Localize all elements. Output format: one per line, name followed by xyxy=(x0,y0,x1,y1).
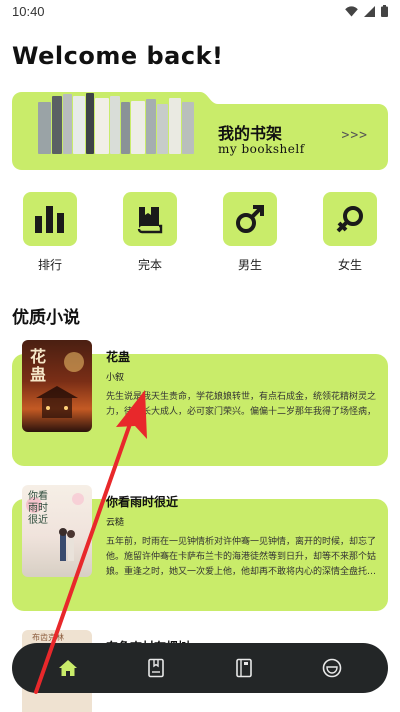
category-male[interactable]: 男生 xyxy=(223,192,277,273)
novel-title: 花蛊 xyxy=(106,350,131,364)
status-time: 10:40 xyxy=(12,4,45,19)
category-ranking-tile xyxy=(23,192,77,246)
bar-chart-icon xyxy=(35,206,64,233)
category-label: 男生 xyxy=(237,258,262,272)
nav-bookmark[interactable] xyxy=(142,654,170,682)
novel-card[interactable]: 你看雨时很近 你看雨时很近 云糙 五年前，时雨在一见钟情析对许仲骞一见钟情，离开… xyxy=(12,485,388,611)
category-male-tile xyxy=(223,192,277,246)
novel-description: 先生说是我天生贵命，学花娘娘转世，有点石成金，统领花精树灵之力，待我长大成人，必… xyxy=(106,392,377,417)
bookshelf-illustration xyxy=(38,93,195,154)
novel-description: 五年前，时雨在一见钟情析对许仲骞一见钟情，离开的时候，却忘了他。施留许仲骞在卡萨… xyxy=(106,537,377,577)
bookshelf-subtitle: my bookshelf xyxy=(218,142,305,156)
bottom-navigation xyxy=(12,643,388,693)
profile-icon xyxy=(322,658,342,678)
male-icon xyxy=(236,205,264,233)
category-ranking[interactable]: 排行 xyxy=(23,192,77,273)
category-completed[interactable]: 完本 xyxy=(123,192,177,273)
bookmark-icon xyxy=(148,658,164,678)
category-label: 女生 xyxy=(337,258,362,272)
book-icon xyxy=(137,207,163,234)
novel-author: 云糙 xyxy=(106,518,125,528)
category-label: 完本 xyxy=(137,258,162,272)
notebook-icon xyxy=(236,658,252,678)
category-label: 排行 xyxy=(37,258,62,272)
category-female-tile xyxy=(323,192,377,246)
signal-icon xyxy=(364,5,375,17)
home-icon xyxy=(59,660,77,676)
status-bar: 10:40 xyxy=(0,0,400,24)
novel-author: 小叙 xyxy=(106,373,125,383)
welcome-heading: Welcome back! xyxy=(12,42,224,70)
cover-title: 你看雨时很近 xyxy=(28,491,48,526)
novel-cover[interactable]: 你看雨时很近 xyxy=(22,485,92,577)
novel-cover[interactable]: 花蛊 xyxy=(22,340,92,432)
section-title: 优质小说 xyxy=(12,308,80,328)
novel-title: 你看雨时很近 xyxy=(106,495,179,509)
bookshelf-arrows: >>> xyxy=(341,128,368,143)
novel-card[interactable]: 花蛊 花蛊 小叙 先生说是我天生贵命，学花娘娘转世，有点石成金，统领花精树灵之力… xyxy=(12,340,388,466)
female-icon xyxy=(336,206,363,233)
bookshelf-title: 我的书架 xyxy=(218,124,283,143)
nav-profile[interactable] xyxy=(318,654,346,682)
category-row: 排行 完本 男生 女生 xyxy=(0,192,400,282)
cover-title: 花蛊 xyxy=(30,347,47,384)
bookshelf-card[interactable]: 我的书架 my bookshelf >>> xyxy=(12,92,388,170)
battery-icon xyxy=(381,5,388,17)
nav-home[interactable] xyxy=(54,654,82,682)
nav-notebook[interactable] xyxy=(230,654,258,682)
category-female[interactable]: 女生 xyxy=(323,192,377,273)
wifi-icon xyxy=(345,5,358,16)
status-icons xyxy=(345,5,388,17)
category-completed-tile xyxy=(123,192,177,246)
cover-title: 布齿克林 xyxy=(32,633,64,642)
